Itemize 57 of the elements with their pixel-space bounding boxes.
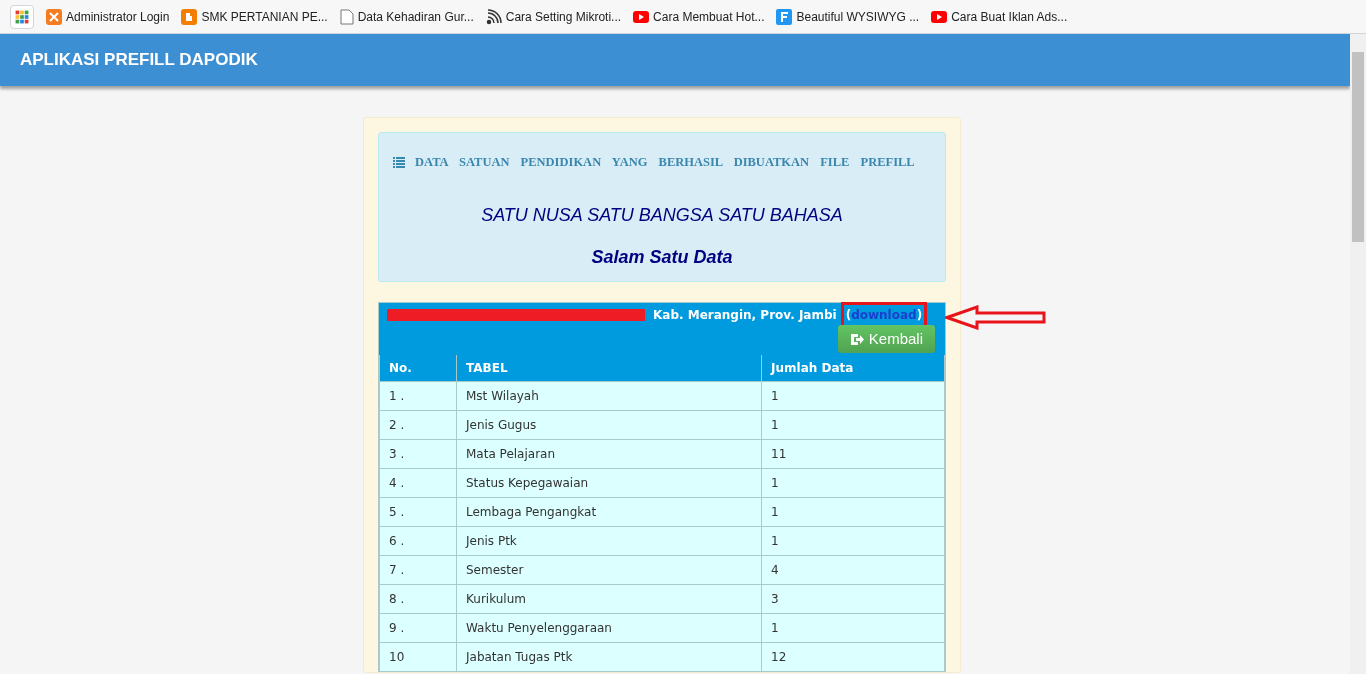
table-cell: Status Kepegawaian (456, 468, 762, 497)
f-logo-icon (776, 8, 793, 25)
table-cell: 1 (761, 526, 945, 555)
table-cell: Kurikulum (456, 584, 762, 613)
document-icon (339, 8, 354, 25)
table-cell: Semester (456, 555, 762, 584)
table-cell: 7 . (379, 555, 457, 584)
play-logo-icon (931, 10, 948, 23)
paren-text: ) (916, 307, 923, 324)
table-cell: Jenis Gugus (456, 410, 762, 439)
table-cell: 10 (379, 642, 457, 671)
apps-grid-icon[interactable] (10, 4, 34, 29)
table-cell: Waktu Penyelenggaraan (456, 613, 762, 642)
scrollbar-thumb[interactable] (1352, 52, 1364, 242)
bookmark-link[interactable]: Beautiful WYSIWYG ... (776, 7, 920, 26)
table-cell: 6 . (379, 526, 457, 555)
table-cell: 5 . (379, 497, 457, 526)
list-icon (393, 156, 405, 168)
column-header: Jumlah Data (761, 355, 945, 381)
bookmark-link[interactable]: SMK PERTANIAN PE... (181, 7, 328, 26)
school-location-text: Kab. Merangin, Prov. Jambi (653, 307, 837, 324)
table-cell: 1 (761, 381, 945, 410)
sign-out-icon (849, 332, 864, 346)
play-logo-icon (633, 10, 650, 23)
table-cell: Jabatan Tugas Ptk (456, 642, 762, 671)
bookmark-link[interactable]: Data Kehadiran Gur... (339, 7, 474, 26)
table-cell: 1 (761, 410, 945, 439)
table-cell: 11 (761, 439, 945, 468)
bookmark-link[interactable]: Cara Membuat Hot... (633, 7, 765, 26)
table-cell: Lembaga Pengangkat (456, 497, 762, 526)
rss-icon (485, 8, 502, 25)
column-header: TABEL (456, 355, 762, 381)
table-cell: 8 . (379, 584, 457, 613)
table-cell: 1 (761, 613, 945, 642)
table-cell: 1 . (379, 381, 457, 410)
motto-text: SATU NUSA SATU BANGSA SATU BAHASA (481, 203, 843, 227)
table-cell: 3 . (379, 439, 457, 468)
paren-text: ( (845, 307, 852, 324)
table-cell: Jenis Ptk (456, 526, 762, 555)
bookmark-link[interactable]: Administrator Login (46, 7, 170, 26)
table-cell: 1 (761, 497, 945, 526)
bookmark-link[interactable]: Cara Buat Iklan Ads... (931, 7, 1068, 26)
greeting-text: Salam Satu Data (591, 245, 733, 269)
table-cell: 2 . (379, 410, 457, 439)
table-cell: 4 (761, 555, 945, 584)
bookmark-link[interactable]: Cara Setting Mikroti... (485, 7, 622, 26)
info-heading: DATA SATUAN PENDIDIKAN YANG BERHASIL DIBUATKAN FILE PREFILL (415, 154, 915, 171)
table-cell: 1 (761, 468, 945, 497)
table-cell: 3 (761, 584, 945, 613)
b-logo-icon (181, 8, 198, 25)
table-cell: 4 . (379, 468, 457, 497)
x-logo-icon (46, 8, 62, 25)
table-cell: Mst Wilayah (456, 381, 762, 410)
table-cell: Mata Pelajaran (456, 439, 762, 468)
table-cell: 9 . (379, 613, 457, 642)
table-cell: 12 (761, 642, 945, 671)
column-header: No. (379, 355, 457, 381)
